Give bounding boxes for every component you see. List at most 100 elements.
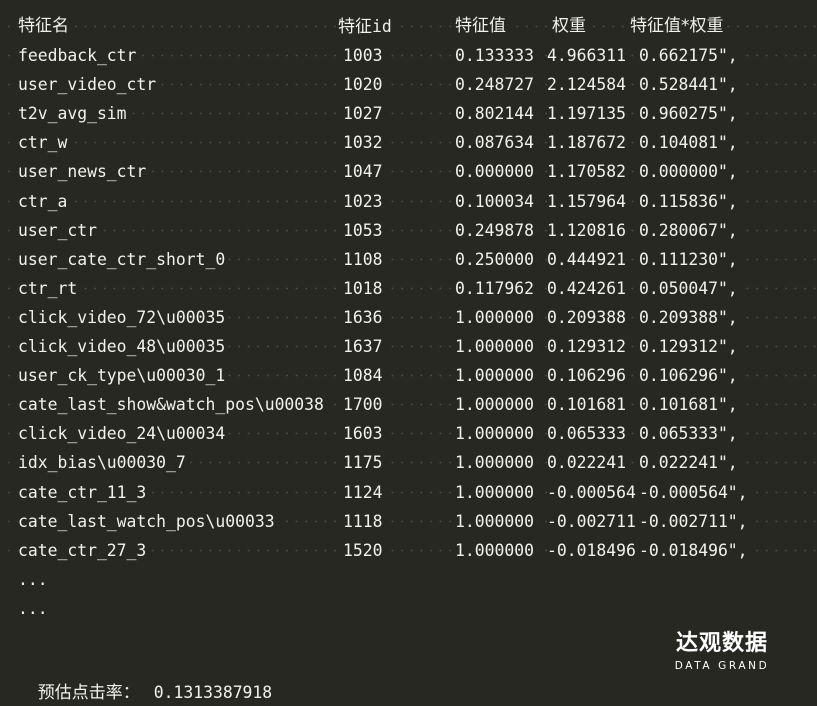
table-row: feedback_ctr 1003 0.133333 4.966311 0.662175… (0, 41, 817, 71)
feature-name-cell: user_video_ctr (18, 70, 160, 100)
weight-cell: 0.129312 (547, 332, 629, 362)
table-row: click_video_72\u00035 1636 1.000000 0.20938… (0, 302, 817, 333)
product-cell: 0.662175", (639, 41, 741, 71)
ellipsis-text: ... (18, 593, 51, 623)
weight-cell: 0.209388 (547, 302, 629, 333)
product-cell: 0.106296", (639, 361, 741, 391)
weight-cell: 0.022241 (547, 448, 629, 478)
table-row: user_news_ctr 1047 0.000000 1.170582 0.00000… (0, 157, 817, 187)
feature-value-cell: 1.000000 (455, 448, 537, 478)
table-row: user_ck_type\u00030_1 1084 1.000000 0.10629… (0, 361, 817, 391)
table-row: ctr_a 1023 0.100034 1.157964 0.115836", (0, 186, 817, 216)
table-row: ctr_w 1032 0.087634 1.187672 0.104081", (0, 128, 817, 158)
feature-value-cell: 0.802144 (455, 99, 537, 129)
feature-name-cell: user_ctr (18, 215, 100, 245)
feature-name-cell: cate_last_show&watch_pos\u00038 (18, 390, 327, 420)
feature-id-cell: 1020 (343, 70, 386, 100)
product-cell: 0.104081", (639, 128, 741, 158)
feature-id-cell: 1603 (343, 419, 386, 449)
predicted-ctr-value: 0.1313387918 (153, 683, 273, 702)
feature-id-cell: 1023 (343, 186, 386, 216)
product-cell: 0.022241", (639, 448, 741, 478)
weight-cell: 1.170582 (547, 157, 629, 187)
feature-value-cell: 0.000000 (455, 157, 537, 187)
feature-id-cell: 1108 (343, 244, 386, 274)
table-row: cate_ctr_11_3 1124 1.000000 -0.000564 -0.000… (0, 477, 817, 507)
weight-cell: 0.101681 (547, 390, 629, 420)
product-cell: 0.129312", (639, 332, 741, 362)
feature-name-cell: t2v_avg_sim (18, 99, 130, 129)
product-cell: 0.280067", (639, 215, 741, 245)
weight-cell: 1.197135 (547, 99, 629, 129)
table-row: click_video_24\u00034 1603 1.000000 0.06533… (0, 419, 817, 449)
feature-value-cell: 0.100034 (455, 186, 537, 216)
feature-id-cell: 1124 (343, 477, 386, 507)
feature-value-cell: 0.117962 (455, 273, 537, 303)
feature-name-cell: click_video_72\u00035 (18, 302, 229, 333)
table-row: cate_last_show&watch_pos\u00038 1700 1.000… (0, 390, 817, 420)
feature-name-cell: ctr_rt (18, 273, 81, 303)
weight-cell: 1.120816 (547, 215, 629, 245)
feature-name-cell: ctr_a (18, 186, 71, 216)
weight-cell: 0.444921 (547, 244, 629, 274)
product-cell: 0.115836", (639, 186, 741, 216)
product-cell: 0.111230", (639, 244, 741, 274)
table-row: ctr_rt 1018 0.117962 0.424261 0.050047", (0, 273, 817, 303)
product-cell: 0.050047", (639, 273, 741, 303)
feature-id-cell: 1018 (343, 273, 386, 303)
product-cell: -0.018496", (639, 535, 751, 565)
feature-name-cell: idx_bias\u00030_7 (18, 448, 189, 478)
header-value-times-weight: 特征值*权重 (630, 12, 727, 42)
predicted-ctr-label: 预估点击率： (37, 683, 140, 703)
header-feature-id: 特征id (338, 12, 395, 43)
weight-cell: 1.157964 (547, 186, 629, 216)
feature-name-cell: user_cate_ctr_short_0 (18, 244, 229, 274)
feature-value-cell: 1.000000 (455, 332, 537, 362)
feature-value-cell: 0.248727 (455, 70, 537, 100)
feature-value-cell: 1.000000 (455, 390, 537, 420)
feature-id-cell: 1003 (343, 41, 386, 71)
product-cell: 0.065333", (639, 419, 741, 449)
table-row: user_ctr 1053 0.249878 1.120816 0.280067", (0, 215, 817, 245)
table-header-row: 特征名 特征id 特征值 权重 特征值*权重 (0, 12, 817, 43)
feature-id-cell: 1047 (343, 157, 386, 187)
feature-name-cell: user_news_ctr (18, 157, 150, 187)
weight-cell: -0.000564 (547, 477, 639, 507)
product-cell: 0.960275", (639, 99, 741, 129)
feature-id-cell: 1520 (343, 535, 386, 565)
logo-english-name: DATA GRAND (674, 660, 770, 672)
feature-id-cell: 1118 (343, 506, 386, 536)
feature-id-cell: 1032 (343, 128, 386, 158)
feature-id-cell: 1027 (343, 99, 386, 129)
feature-id-cell: 1175 (343, 448, 386, 478)
ellipsis-line: ... (0, 564, 817, 594)
product-cell: 0.101681", (639, 390, 741, 420)
feature-value-cell: 1.000000 (455, 506, 537, 536)
feature-value-cell: 1.000000 (455, 419, 537, 449)
table-row: user_video_ctr 1020 0.248727 2.124584 0.5284… (0, 70, 817, 100)
weight-cell: 0.106296 (547, 361, 629, 391)
table-row: idx_bias\u00030_7 1175 1.000000 0.022241 0.0… (0, 448, 817, 478)
product-cell: -0.002711", (639, 506, 751, 536)
table-row: cate_ctr_27_3 1520 1.000000 -0.018496 -0.018… (0, 535, 817, 565)
predicted-ctr-line: 预估点击率： 0.1313387918 (18, 654, 272, 703)
feature-id-cell: 1637 (343, 332, 386, 362)
feature-name-cell: cate_ctr_27_3 (18, 535, 150, 565)
weight-cell: -0.002711 (547, 506, 639, 536)
product-cell: 0.209388", (639, 302, 741, 333)
logo-chinese-name: 达观数据 (675, 631, 768, 656)
header-weight: 权重 (552, 12, 589, 42)
feature-id-cell: 1636 (343, 302, 386, 333)
feature-id-cell: 1084 (343, 361, 386, 391)
ellipsis-line: ... (0, 593, 817, 623)
feature-name-cell: click_video_48\u00035 (18, 332, 229, 362)
feature-name-cell: user_ck_type\u00030_1 (18, 361, 229, 391)
feature-name-cell: feedback_ctr (18, 41, 140, 71)
product-cell: 0.528441", (639, 70, 741, 100)
product-cell: -0.000564", (639, 477, 751, 507)
table-row: t2v_avg_sim 1027 0.802144 1.197135 0.960275"… (0, 99, 817, 129)
header-feature-name: 特征名 (18, 12, 72, 42)
header-feature-id-prefix: 特征 (338, 17, 372, 37)
weight-cell: -0.018496 (547, 535, 639, 565)
header-feature-value: 特征值 (455, 12, 509, 42)
